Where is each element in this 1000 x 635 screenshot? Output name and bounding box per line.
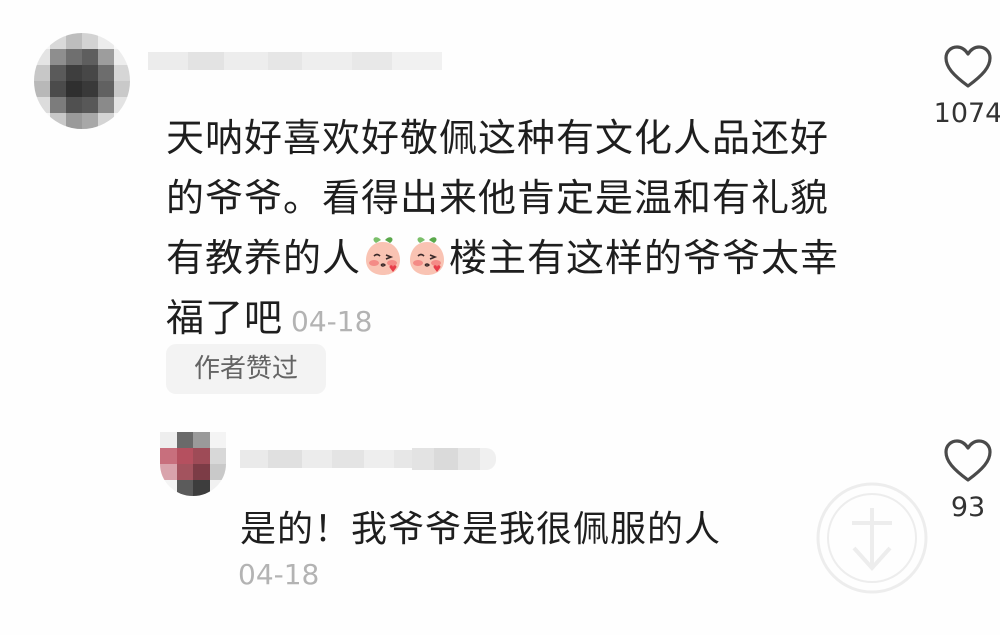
comment-timestamp: 04-18 <box>291 305 373 338</box>
blushing-peach-emoji <box>366 237 401 275</box>
reply-body: 是的！我爷爷是我很佩服的人 <box>240 509 722 550</box>
comment-text-segment: 有教养的人 <box>166 236 362 280</box>
replier-badge-blurred <box>412 448 496 470</box>
author-liked-badge: 作者赞过 <box>166 344 326 394</box>
commenter-avatar[interactable] <box>34 33 130 129</box>
comment-like-count: 1074 <box>933 98 1000 129</box>
commenter-name-blurred[interactable] <box>148 52 442 70</box>
comment-text-segment: 楼主有这样的爷爷太幸 <box>449 236 840 280</box>
reply-timestamp: 04-18 <box>238 558 320 591</box>
heart-outline-icon[interactable] <box>943 44 993 90</box>
comment-thread: 天呐好喜欢好敬佩这种有文化人品还好 的爷爷。看得出来他肯定是温和有礼貌 有教养的… <box>0 0 1000 635</box>
replier-avatar[interactable] <box>160 432 226 496</box>
heart-outline-icon[interactable] <box>943 438 993 484</box>
comment-line: 天呐好喜欢好敬佩这种有文化人品还好 <box>166 116 830 160</box>
reply-like-button[interactable]: 93 <box>928 438 1000 523</box>
comment-line: 的爷爷。看得出来他肯定是温和有礼貌 <box>166 176 830 220</box>
watermark-logo <box>816 482 928 594</box>
comment-like-button[interactable]: 1074 <box>928 44 1000 129</box>
comment-body: 天呐好喜欢好敬佩这种有文化人品还好 的爷爷。看得出来他肯定是温和有礼貌 有教养的… <box>166 108 886 348</box>
comment-text-segment: 福了吧 <box>166 296 284 340</box>
comment-line: 有教养的人 楼主有这样的爷爷太幸 <box>166 228 886 288</box>
comment-line: 福了吧 04-18 <box>166 288 886 348</box>
blushing-peach-emoji <box>410 237 445 275</box>
reply-like-count: 93 <box>950 492 986 523</box>
